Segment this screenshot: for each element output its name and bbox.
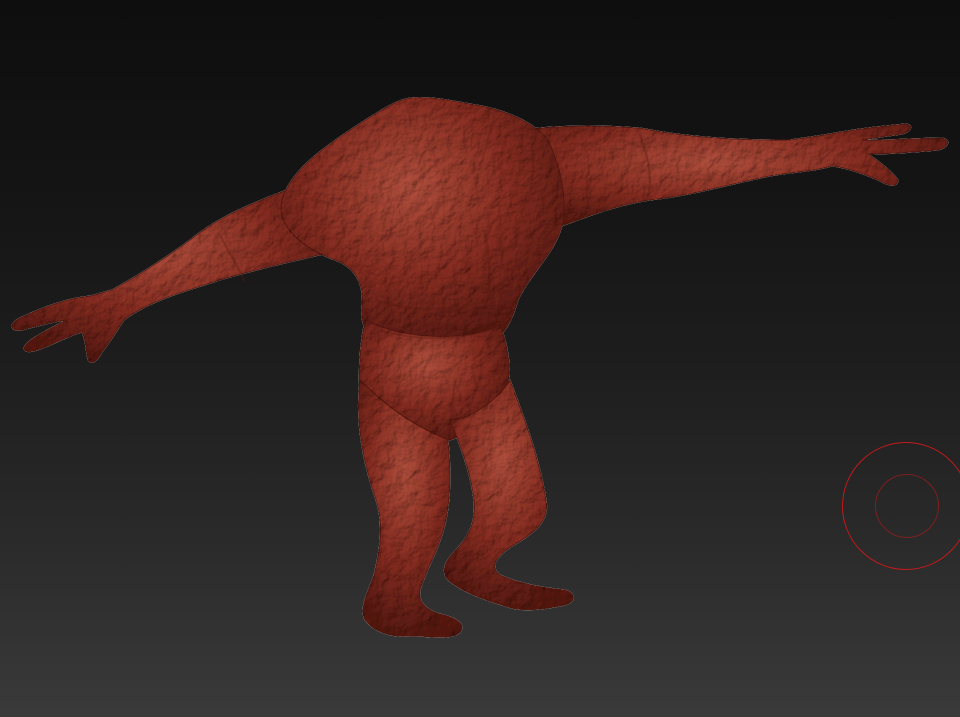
creature-model[interactable]	[0, 0, 960, 717]
sculpt-viewport[interactable]	[0, 0, 960, 717]
brush-circle-icon	[842, 442, 960, 570]
brush-inner-circle	[875, 474, 939, 538]
right-arm	[519, 123, 949, 231]
torso	[280, 97, 565, 352]
creature-body	[11, 97, 949, 638]
